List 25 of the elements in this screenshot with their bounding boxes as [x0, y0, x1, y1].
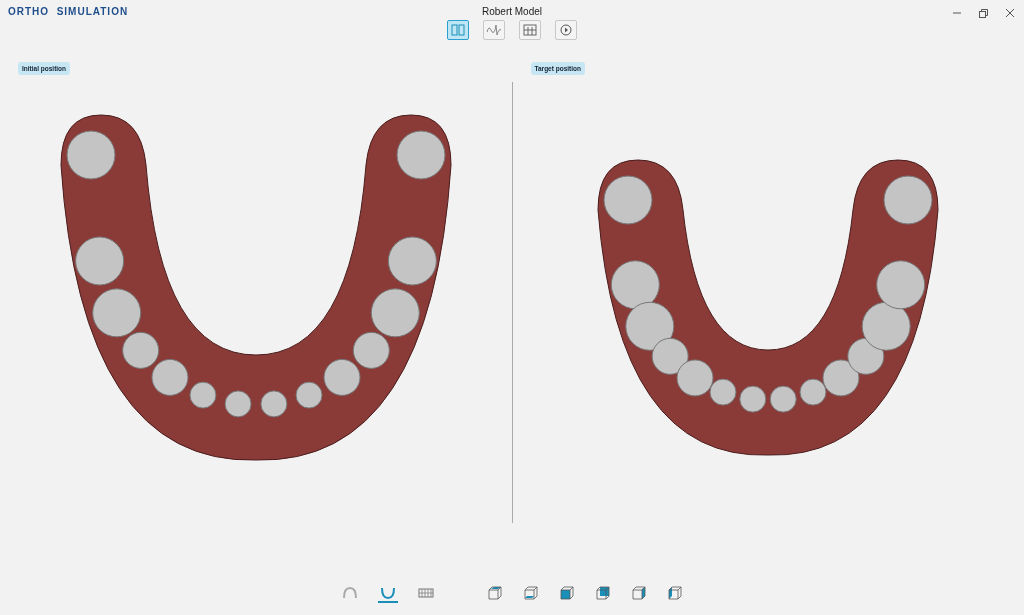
- view-cube-icon: [596, 586, 610, 600]
- view-cube-icon: [488, 586, 502, 600]
- arch-icon: [342, 587, 358, 599]
- app-logo: ORTHO SIMULATION: [8, 6, 130, 19]
- view-mode-button[interactable]: [447, 20, 469, 40]
- teeth-icon: [418, 588, 434, 598]
- view-cube-icon: [524, 586, 538, 600]
- lower-arch-icon: [380, 587, 396, 599]
- close-icon: [1006, 9, 1014, 17]
- grid-icon: [523, 24, 537, 36]
- play-icon: [560, 24, 572, 36]
- window-title: Robert Model: [482, 6, 542, 17]
- view-mode-button[interactable]: [483, 20, 505, 40]
- jaw-toggle-button[interactable]: [378, 585, 398, 603]
- view-mode-button[interactable]: [519, 20, 541, 40]
- close-button[interactable]: [1004, 6, 1016, 20]
- view-cube-icon: [560, 586, 574, 600]
- view-cube-icon: [632, 586, 646, 600]
- wave-icon: [486, 24, 502, 36]
- restore-button[interactable]: [977, 6, 990, 20]
- restore-icon: [979, 8, 988, 18]
- view-mode-button[interactable]: [555, 20, 577, 40]
- view-cube-icon: [668, 586, 682, 600]
- split-view-icon: [451, 24, 465, 36]
- minimize-icon: [953, 12, 961, 14]
